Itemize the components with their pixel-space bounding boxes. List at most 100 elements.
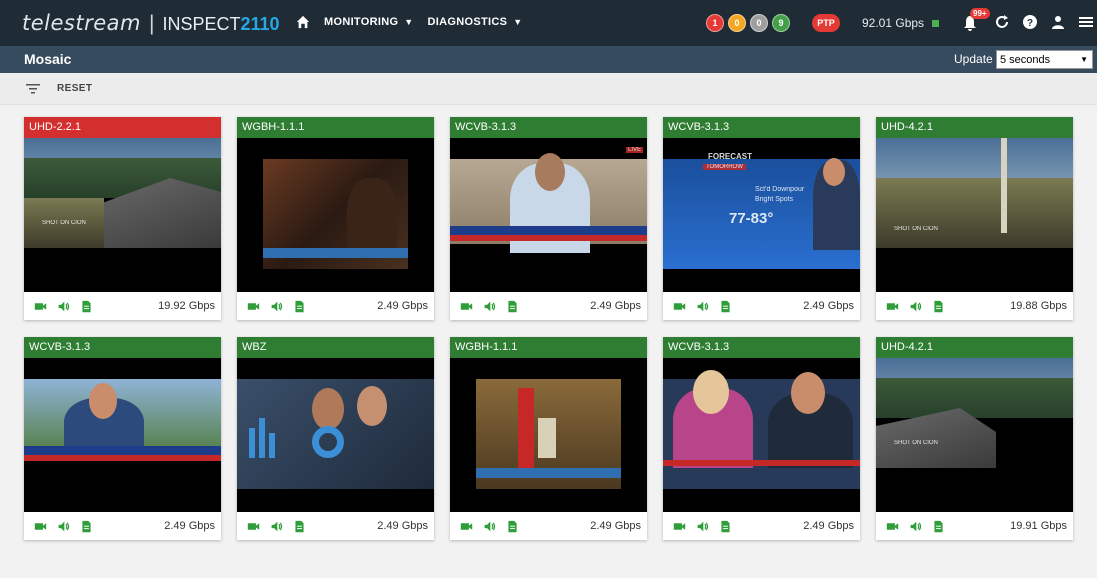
stream-tile[interactable]: UHD-2.2.1 SHOT ON CION 19.92 Gbps (24, 117, 221, 320)
stream-title[interactable]: UHD-4.2.1 (876, 117, 1073, 138)
main-nav: MONITORING ▼ DIAGNOSTICS ▼ (296, 15, 522, 29)
stream-title[interactable]: UHD-4.2.1 (876, 337, 1073, 358)
video-camera-icon[interactable] (460, 520, 473, 533)
speaker-icon[interactable] (57, 300, 70, 313)
stream-tile[interactable]: WCVB-3.1.3 2.49 Gbps (24, 337, 221, 540)
stream-tile[interactable]: UHD-4.2.1 SHOT ON CION 19.91 Gbps (876, 337, 1073, 540)
filter-icon[interactable] (26, 83, 40, 95)
video-camera-icon[interactable] (886, 520, 899, 533)
video-thumbnail[interactable]: SHOT ON CION (24, 138, 221, 292)
nav-diagnostics-label: DIAGNOSTICS (427, 16, 508, 28)
critical-count-badge[interactable]: 1 (706, 14, 724, 32)
video-camera-icon[interactable] (673, 520, 686, 533)
stream-tile[interactable]: WBZ 2.49 Gbps (237, 337, 434, 540)
stream-tile[interactable]: WGBH-1.1.1 2.49 Gbps (237, 117, 434, 320)
video-camera-icon[interactable] (247, 300, 260, 313)
video-caption: SHOT ON CION (42, 220, 86, 226)
svg-text:?: ? (1027, 18, 1033, 29)
stream-tile[interactable]: WCVB-3.1.3 FORECAST TOMORROW 77-83° Sct'… (663, 117, 860, 320)
page-header: Mosaic Update Every: 5 seconds ▼ (0, 46, 1097, 73)
document-icon[interactable] (80, 300, 93, 313)
menu-icon[interactable] (1078, 14, 1094, 30)
stream-title[interactable]: WGBH-1.1.1 (237, 117, 434, 138)
stream-type-icons (460, 520, 519, 533)
brand[interactable]: telestream | INSPECT 2110 (22, 11, 280, 36)
speaker-icon[interactable] (270, 520, 283, 533)
video-thumbnail[interactable]: LIVE (450, 138, 647, 292)
notifications-button[interactable]: 99+ (962, 8, 990, 32)
speaker-icon[interactable] (696, 520, 709, 533)
video-camera-icon[interactable] (34, 520, 47, 533)
video-camera-icon[interactable] (34, 300, 47, 313)
video-caption: SHOT ON CION (894, 226, 938, 232)
ok-count-badge[interactable]: 9 (772, 14, 790, 32)
document-icon[interactable] (293, 520, 306, 533)
tile-footer: 2.49 Gbps (237, 512, 434, 540)
document-icon[interactable] (719, 520, 732, 533)
stream-tile[interactable]: WCVB-3.1.3 LIVE 2.49 Gbps (450, 117, 647, 320)
document-icon[interactable] (932, 300, 945, 313)
chevron-down-icon: ▼ (404, 17, 414, 27)
stream-rate: 2.49 Gbps (803, 520, 854, 532)
video-camera-icon[interactable] (673, 300, 686, 313)
stream-title[interactable]: WCVB-3.1.3 (450, 117, 647, 138)
status-indicator (932, 20, 939, 27)
stream-rate: 2.49 Gbps (164, 520, 215, 532)
user-icon[interactable] (1050, 14, 1066, 30)
stream-tile[interactable]: WGBH-1.1.1 2.49 Gbps (450, 337, 647, 540)
speaker-icon[interactable] (270, 300, 283, 313)
speaker-icon[interactable] (909, 300, 922, 313)
stream-title[interactable]: UHD-2.2.1 (24, 117, 221, 138)
home-icon[interactable] (296, 15, 310, 29)
reset-button[interactable]: RESET (57, 83, 92, 94)
minor-count-badge[interactable]: 0 (750, 14, 768, 32)
speaker-icon[interactable] (909, 520, 922, 533)
video-camera-icon[interactable] (247, 520, 260, 533)
speaker-icon[interactable] (696, 300, 709, 313)
video-thumbnail[interactable]: FORECAST TOMORROW 77-83° Sct'd Downpour … (663, 138, 860, 292)
tomorrow-label: TOMORROW (703, 164, 746, 170)
video-camera-icon[interactable] (460, 300, 473, 313)
top-bar: telestream | INSPECT 2110 MONITORING ▼ DI… (0, 0, 1097, 46)
refresh-icon[interactable] (994, 14, 1010, 30)
video-thumbnail[interactable] (663, 358, 860, 512)
video-thumbnail[interactable]: SHOT ON CION (876, 138, 1073, 292)
video-thumbnail[interactable] (237, 138, 434, 292)
help-icon[interactable]: ? (1022, 14, 1038, 30)
temperature: 77-83° (729, 210, 774, 227)
stream-title[interactable]: WCVB-3.1.3 (663, 117, 860, 138)
stream-title[interactable]: WCVB-3.1.3 (663, 337, 860, 358)
ptp-badge[interactable]: PTP (812, 14, 840, 32)
video-thumbnail[interactable]: SHOT ON CION (876, 358, 1073, 512)
video-thumbnail[interactable] (237, 358, 434, 512)
stream-type-icons (673, 520, 732, 533)
brand-logo: telestream (22, 11, 141, 35)
document-icon[interactable] (293, 300, 306, 313)
document-icon[interactable] (80, 520, 93, 533)
speaker-icon[interactable] (57, 520, 70, 533)
document-icon[interactable] (932, 520, 945, 533)
major-count-badge[interactable]: 0 (728, 14, 746, 32)
speaker-icon[interactable] (483, 300, 496, 313)
tile-footer: 19.92 Gbps (24, 292, 221, 320)
update-interval-select[interactable]: 5 seconds ▼ (996, 50, 1093, 69)
product-name: INSPECT (162, 14, 241, 34)
weather-note-2: Bright Spots (755, 196, 794, 203)
nav-diagnostics[interactable]: DIAGNOSTICS ▼ (428, 16, 523, 28)
speaker-icon[interactable] (483, 520, 496, 533)
video-thumbnail[interactable] (450, 358, 647, 512)
stream-title[interactable]: WBZ (237, 337, 434, 358)
stream-tile[interactable]: UHD-4.2.1 SHOT ON CION 19.88 Gbps (876, 117, 1073, 320)
nav-monitoring[interactable]: MONITORING ▼ (324, 16, 414, 28)
stream-tile[interactable]: WCVB-3.1.3 2.49 Gbps (663, 337, 860, 540)
stream-title[interactable]: WCVB-3.1.3 (24, 337, 221, 358)
video-thumbnail[interactable] (24, 358, 221, 512)
document-icon[interactable] (506, 520, 519, 533)
live-badge: LIVE (626, 147, 644, 153)
video-camera-icon[interactable] (886, 300, 899, 313)
stream-title[interactable]: WGBH-1.1.1 (450, 337, 647, 358)
document-icon[interactable] (719, 300, 732, 313)
tile-footer: 19.88 Gbps (876, 292, 1073, 320)
stream-rate: 19.88 Gbps (1010, 300, 1067, 312)
document-icon[interactable] (506, 300, 519, 313)
